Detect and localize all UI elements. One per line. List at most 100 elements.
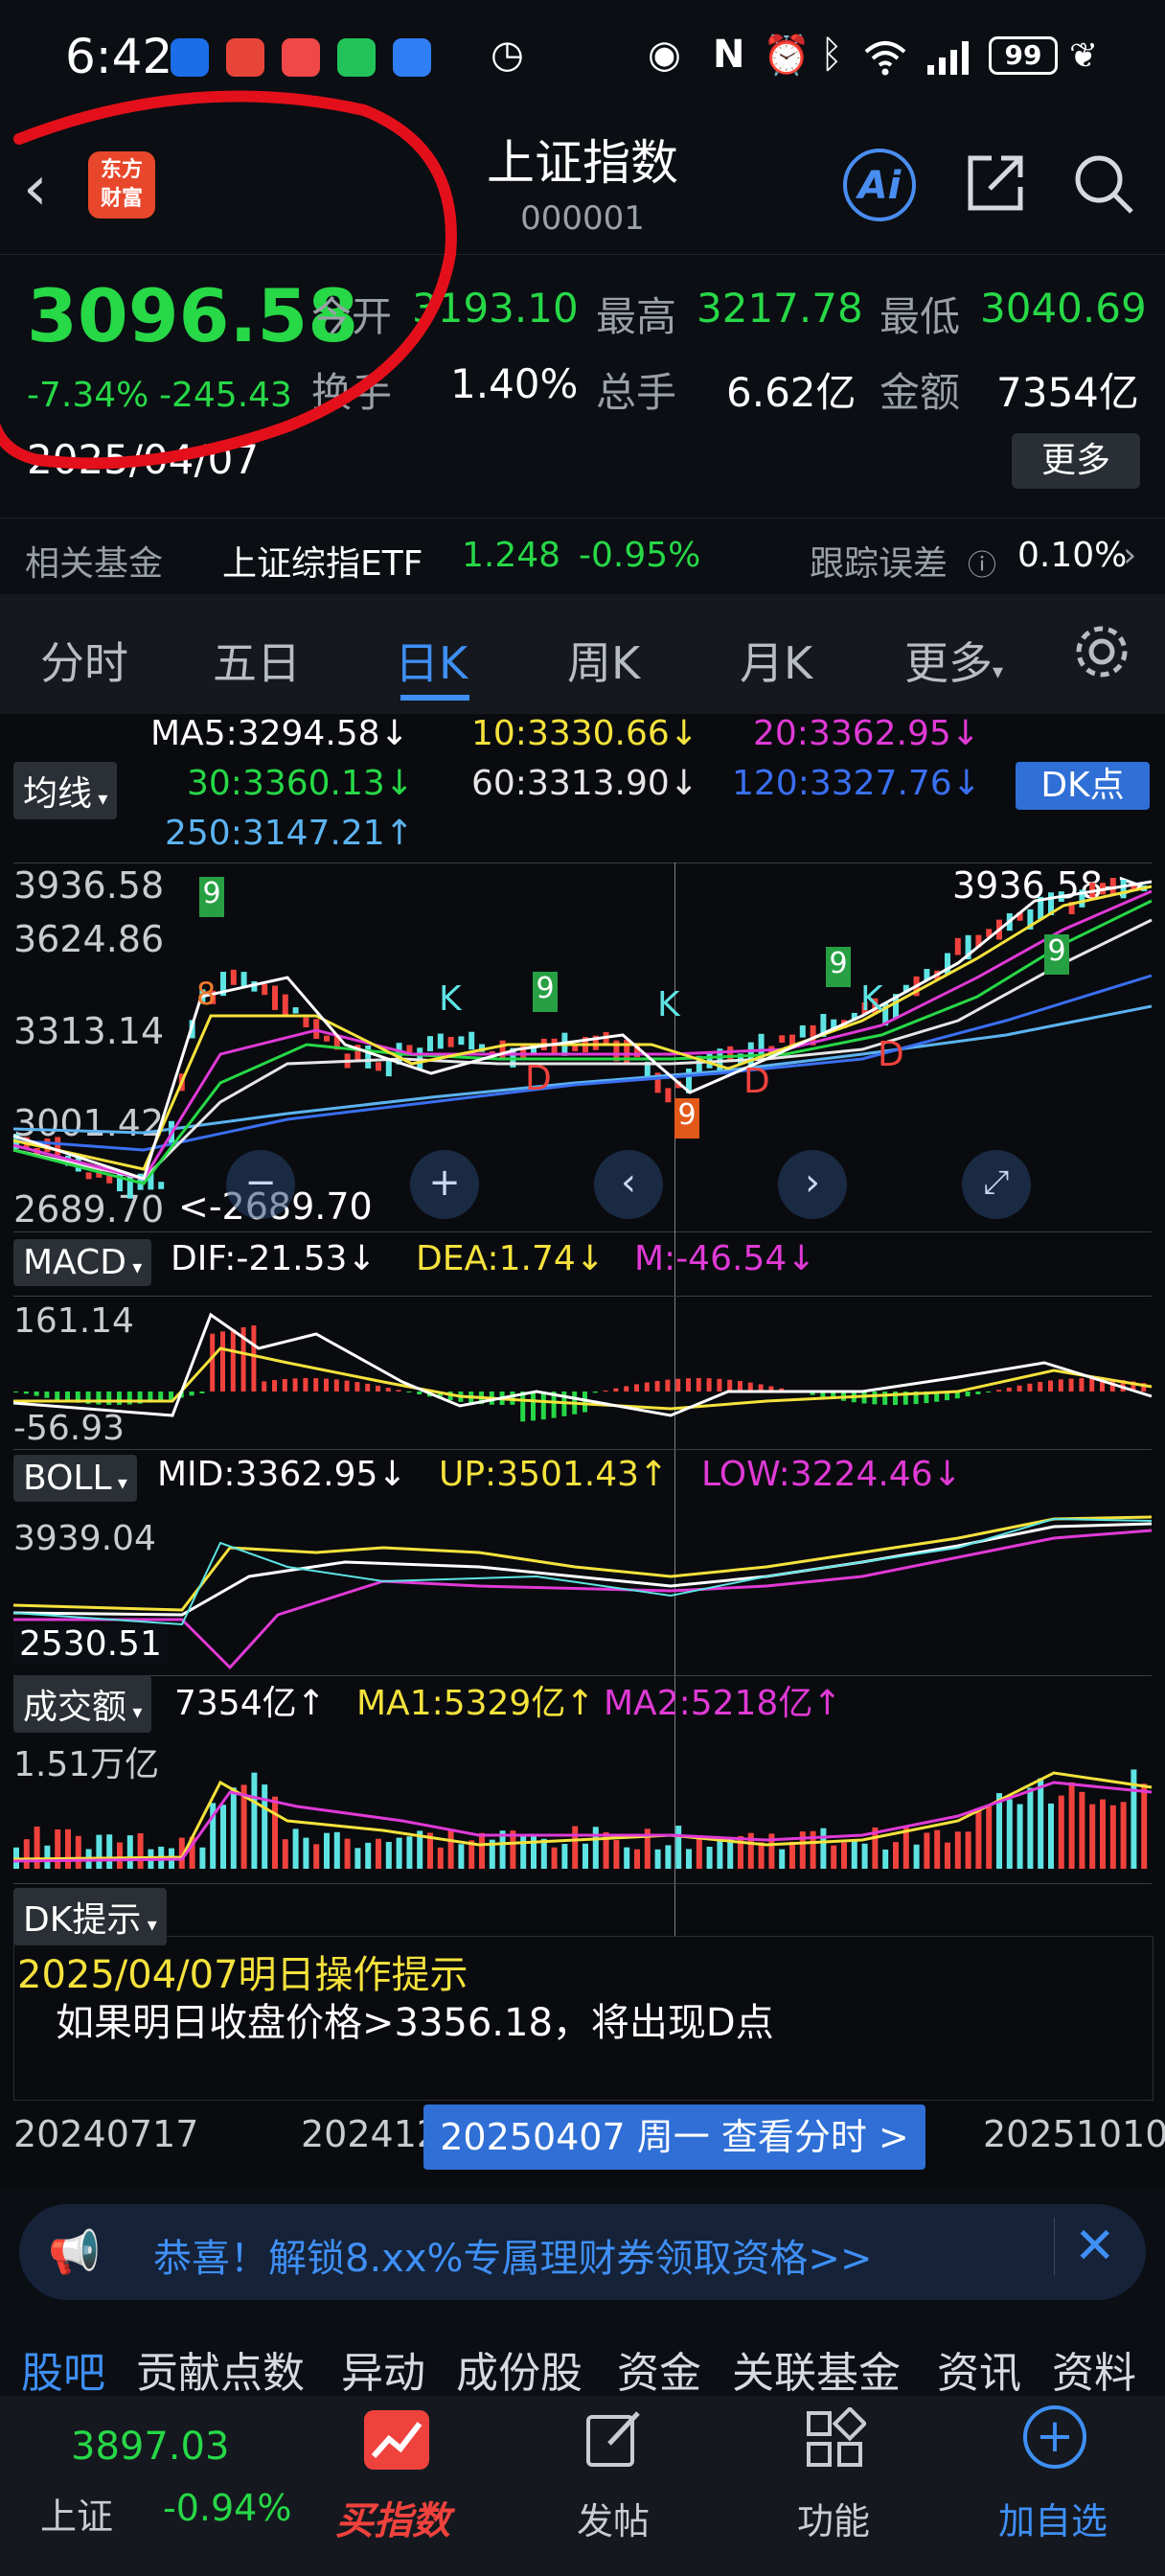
- volume-bar: [303, 1837, 309, 1869]
- volume-bar: [1058, 1795, 1064, 1869]
- macd-bar: [1068, 1378, 1074, 1392]
- candle: [292, 1007, 299, 1014]
- candle: [427, 1036, 433, 1052]
- volume-bar: [262, 1784, 268, 1869]
- tab-daily-k[interactable]: 日K: [395, 629, 468, 692]
- macd-bar: [199, 1392, 205, 1393]
- subtab-profile[interactable]: 资料: [1052, 2338, 1136, 2400]
- volume-bar: [1120, 1802, 1127, 1869]
- fullscreen-icon[interactable]: ⤢: [962, 1150, 1031, 1219]
- scroll-right-button[interactable]: ›: [778, 1150, 847, 1219]
- view-intraday-button[interactable]: 20250407 周一 查看分时 >: [423, 2104, 925, 2170]
- wifi-icon: [862, 38, 908, 80]
- app-icon-red-book: [282, 38, 320, 77]
- tab-weekly-k[interactable]: 周K: [567, 629, 640, 692]
- dk-point-button[interactable]: DK点: [1016, 762, 1150, 810]
- gridline: [13, 1231, 1152, 1232]
- volume-bar: [706, 1847, 713, 1869]
- volume-bar: [313, 1844, 320, 1869]
- tab-intraday[interactable]: 分时: [40, 629, 128, 692]
- candle: [376, 1062, 381, 1071]
- macd-bar: [872, 1392, 878, 1405]
- macd-bar: [292, 1378, 298, 1392]
- share-icon[interactable]: [963, 149, 1030, 219]
- macd-bar: [251, 1325, 257, 1392]
- tab-monthly-k[interactable]: 月K: [740, 629, 812, 692]
- close-icon[interactable]: ✕: [1054, 2218, 1116, 2275]
- indicator-dropdown-ma[interactable]: 均线 ▾: [13, 762, 118, 819]
- indicator-dropdown-boll[interactable]: BOLL ▾: [13, 1455, 137, 1502]
- volume-bar: [717, 1838, 723, 1869]
- signal-marker: 8: [196, 976, 217, 1012]
- macd-bar: [1006, 1387, 1012, 1392]
- promo-banner[interactable]: 📢 恭喜！解锁8.xx%专属理财券领取资格>> ✕: [19, 2204, 1146, 2300]
- macd-chart: [12, 1312, 1153, 1422]
- macd-bar: [717, 1378, 722, 1392]
- tracking-value: 0.10%: [1017, 536, 1128, 575]
- volume-bar: [975, 1808, 982, 1869]
- help-icon[interactable]: ⓘ: [968, 541, 996, 584]
- zoom-out-button[interactable]: −: [226, 1150, 295, 1219]
- tab-five-day[interactable]: 五日: [213, 629, 301, 692]
- candle: [799, 1024, 806, 1038]
- subtab-capital[interactable]: 资金: [617, 2338, 701, 2400]
- candle: [499, 1040, 506, 1061]
- fund-name[interactable]: 上证综指ETF: [222, 536, 423, 586]
- macd-bar: [396, 1390, 401, 1392]
- more-button[interactable]: 更多: [1012, 433, 1140, 489]
- scroll-left-button[interactable]: ‹: [594, 1150, 663, 1219]
- macd-bar: [1089, 1378, 1095, 1392]
- add-watchlist-icon[interactable]: +: [1023, 2405, 1086, 2469]
- ma60-value: 60:3313.90↓: [471, 764, 698, 803]
- bottom-index-change: -0.94%: [163, 2487, 292, 2529]
- volume-bar: [820, 1828, 827, 1869]
- timer-icon: ◷: [491, 33, 524, 77]
- macd-bar: [727, 1379, 733, 1392]
- indicator-dropdown-macd[interactable]: MACD ▾: [13, 1239, 152, 1286]
- volume-bar: [882, 1849, 889, 1869]
- subtab-news[interactable]: 资讯: [937, 2338, 1021, 2400]
- buy-index-label[interactable]: 买指数: [335, 2490, 450, 2545]
- subtab-contribution[interactable]: 贡献点数: [136, 2338, 305, 2400]
- post-label[interactable]: 发帖: [577, 2492, 650, 2544]
- bluetooth-icon: ᛒ: [820, 33, 843, 77]
- search-icon[interactable]: [1070, 150, 1137, 221]
- volume-bar: [106, 1834, 113, 1869]
- volume-bar: [686, 1849, 692, 1869]
- boll-dropdown-label: BOLL: [23, 1459, 112, 1498]
- candle: [85, 1172, 92, 1180]
- promo-text: 恭喜！解锁8.xx%专属理财券领取资格>>: [153, 2237, 873, 2281]
- candle: [55, 1137, 61, 1156]
- volume-bar: [230, 1787, 237, 1869]
- macd-bar: [975, 1392, 981, 1394]
- annotation-circle: [0, 90, 457, 470]
- function-label[interactable]: 功能: [797, 2492, 870, 2544]
- gridline: [13, 1883, 1152, 1884]
- indicator-dropdown-volume[interactable]: 成交额 ▾: [13, 1675, 152, 1733]
- subtab-related-funds[interactable]: 关联基金: [732, 2338, 901, 2400]
- volume-bar: [913, 1844, 920, 1869]
- subtab-guba[interactable]: 股吧: [21, 2338, 105, 2400]
- subtab-constituents[interactable]: 成份股: [456, 2338, 582, 2400]
- settings-gear-icon[interactable]: [1071, 621, 1132, 686]
- signal-marker: 9: [826, 947, 851, 987]
- volume-bar: [1089, 1804, 1096, 1869]
- macd-bar: [634, 1384, 639, 1392]
- function-grid-icon[interactable]: [803, 2405, 868, 2474]
- ai-button[interactable]: Ai: [843, 149, 916, 221]
- related-fund-row[interactable]: 相关基金 上证综指ETF 1.248 -0.95% 跟踪误差 ⓘ 0.10% ›: [0, 518, 1165, 590]
- macd-m: M:-46.54↓: [634, 1239, 816, 1278]
- macd-dea: DEA:1.74↓: [416, 1239, 605, 1278]
- macd-bar: [189, 1392, 194, 1396]
- volume-bar: [520, 1835, 527, 1869]
- volume-bar: [572, 1826, 579, 1869]
- trend-chart-icon[interactable]: [364, 2410, 429, 2470]
- tab-more[interactable]: 更多▾: [904, 629, 1003, 692]
- edit-post-icon[interactable]: [582, 2407, 646, 2474]
- add-watchlist-label[interactable]: 加自选: [998, 2492, 1108, 2544]
- macd-bar: [1017, 1385, 1022, 1392]
- macd-bar: [324, 1378, 329, 1392]
- macd-bar: [1048, 1380, 1053, 1392]
- subtab-movement[interactable]: 异动: [341, 2338, 425, 2400]
- zoom-in-button[interactable]: +: [410, 1150, 479, 1219]
